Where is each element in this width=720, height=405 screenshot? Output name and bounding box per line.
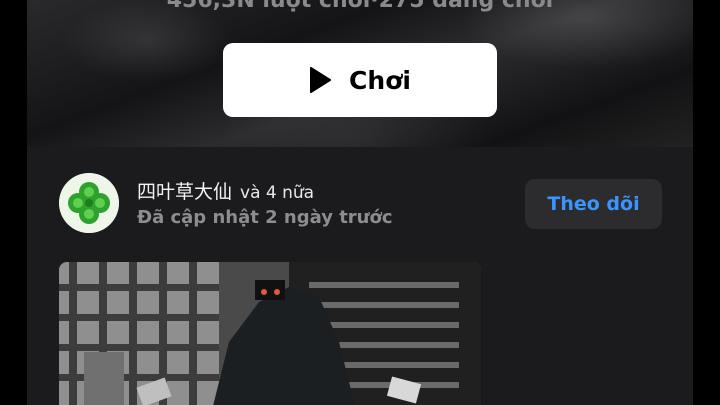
creator-others: và 4 nữa bbox=[240, 183, 315, 203]
creator-avatar[interactable] bbox=[59, 173, 119, 233]
thumbnail-image bbox=[59, 262, 481, 405]
four-leaf-clover-icon bbox=[59, 173, 119, 233]
play-icon bbox=[310, 67, 332, 93]
game-banner: 456,3N lượt chơi·275 đang chơi Chơi bbox=[27, 0, 693, 147]
play-stats: 456,3N lượt chơi·275 đang chơi bbox=[166, 0, 554, 13]
play-button[interactable]: Chơi bbox=[223, 43, 497, 117]
creator-name-line[interactable]: 四叶草大仙 và 4 nữa bbox=[137, 177, 314, 204]
creator-name: 四叶草大仙 bbox=[137, 181, 233, 203]
creator-section: 四叶草大仙 và 4 nữa Đã cập nhật 2 ngày trước T… bbox=[27, 147, 693, 405]
last-updated: Đã cập nhật 2 ngày trước bbox=[137, 207, 393, 228]
play-button-label: Chơi bbox=[349, 65, 411, 95]
game-thumbnail[interactable] bbox=[59, 262, 481, 405]
game-detail-screen: 456,3N lượt chơi·275 đang chơi Chơi 四叶草大… bbox=[27, 0, 693, 405]
follow-button[interactable]: Theo dõi bbox=[525, 179, 662, 229]
